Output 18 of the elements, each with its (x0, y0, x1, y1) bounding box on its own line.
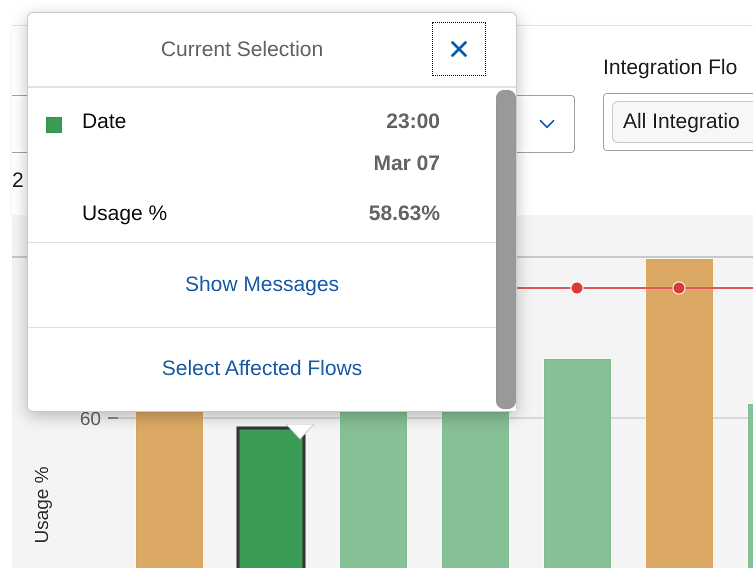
date-text: 2 (12, 169, 25, 193)
scrollbar-thumb[interactable] (496, 90, 516, 409)
row-value: 23:00 (386, 110, 440, 134)
field-label: Integration Flo (603, 56, 738, 80)
row-label: Usage % (82, 202, 168, 226)
integration-flow-field[interactable]: All Integratio (603, 93, 753, 151)
axis-title: Usage % (32, 466, 53, 544)
row-label: Date (82, 110, 128, 135)
action-link[interactable]: Select Affected Flows (28, 328, 496, 411)
row-value: Mar 07 (373, 152, 440, 176)
close-button[interactable] (432, 22, 486, 76)
tick-label: 60 (80, 409, 101, 430)
popover-pointer (286, 424, 314, 440)
token-text: All Integratio (612, 101, 753, 143)
row-value: 58.63% (368, 202, 440, 226)
popover-title: Current Selection (160, 38, 324, 62)
bar[interactable] (236, 426, 306, 568)
tick-mark (108, 417, 118, 419)
